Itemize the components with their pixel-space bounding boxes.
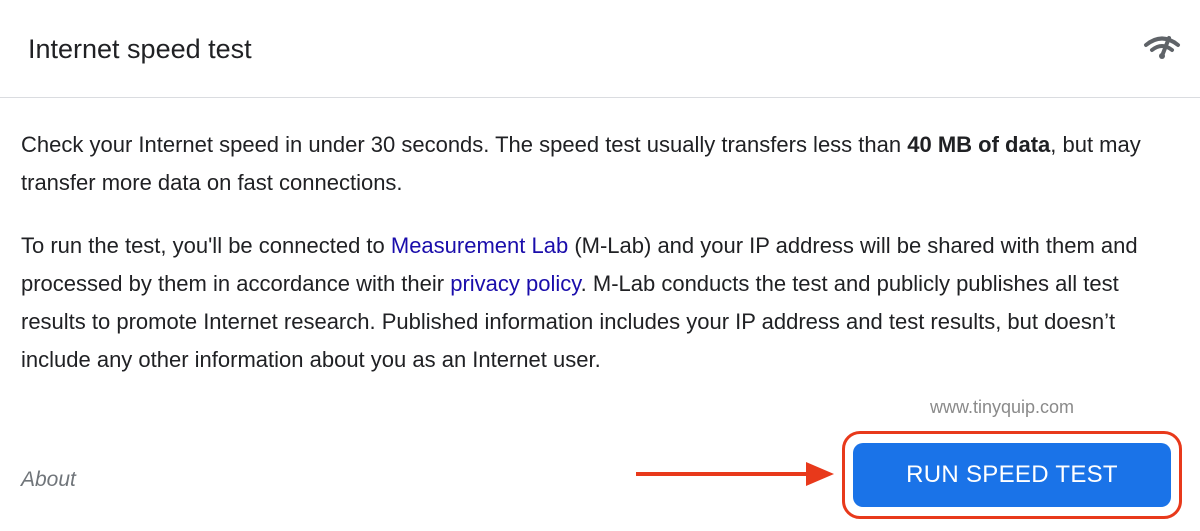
annotation-arrow-icon — [636, 462, 834, 486]
card-title: Internet speed test — [28, 34, 252, 64]
speed-test-card: Internet speed test Check your Internet … — [0, 0, 1200, 531]
watermark: www.tinyquip.com — [930, 397, 1075, 417]
intro-data-amount: 40 MB of data — [907, 132, 1051, 157]
intro-text-before: Check your Internet speed in under 30 se… — [21, 132, 908, 157]
measurement-lab-link[interactable]: Measurement Lab — [391, 233, 568, 258]
speed-test-icon — [1144, 36, 1180, 59]
privacy-policy-link[interactable]: privacy policy — [450, 271, 580, 296]
intro-paragraph: Check your Internet speed in under 30 se… — [21, 126, 1186, 202]
privacy-text-1: To run the test, you'll be connected to — [21, 233, 391, 258]
about-link[interactable]: About — [21, 468, 76, 492]
card-header: Internet speed test — [0, 0, 1200, 98]
privacy-paragraph: To run the test, you'll be connected to … — [21, 227, 1186, 379]
run-speed-test-button[interactable]: RUN SPEED TEST — [853, 443, 1171, 507]
